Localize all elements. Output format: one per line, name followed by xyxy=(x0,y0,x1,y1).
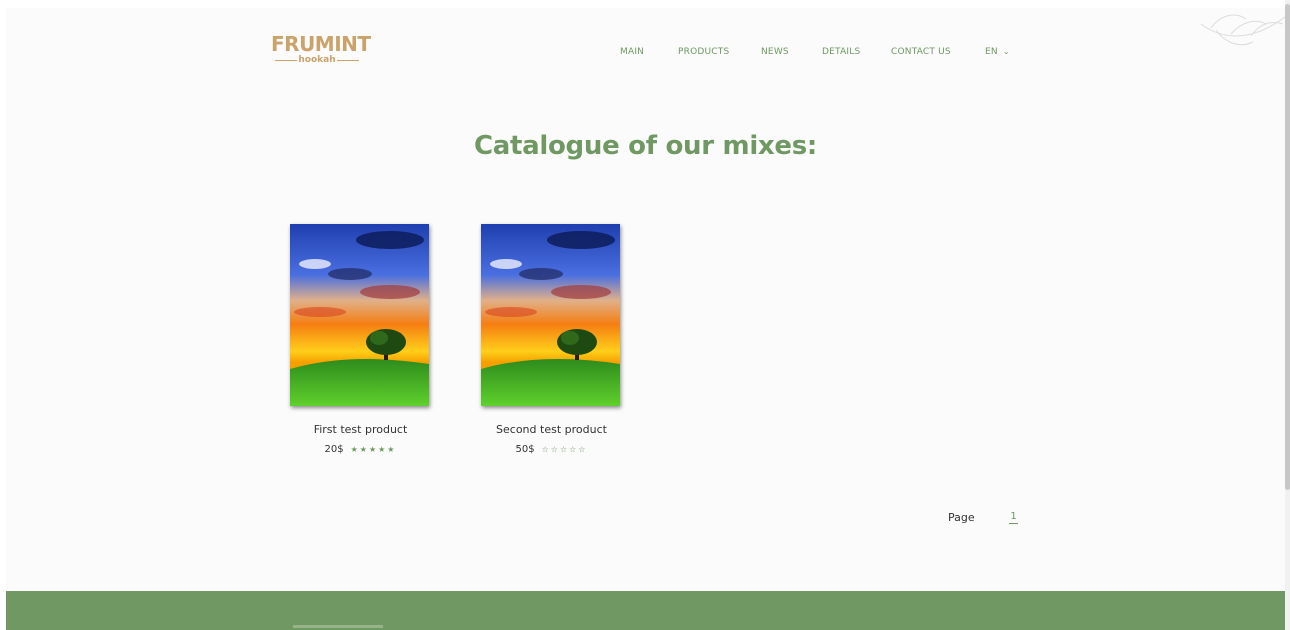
star-empty-icon: ☆ xyxy=(578,445,588,454)
leaf-decoration-icon xyxy=(1200,14,1285,46)
product-price: 50$ xyxy=(515,444,535,455)
page: FRUMINT hookah MAIN PRODUCTS NEWS DETAIL… xyxy=(6,8,1285,630)
frumint-logo[interactable]: FRUMINT hookah xyxy=(271,32,371,72)
pagination-label: Page xyxy=(948,511,975,524)
nav-contact-us[interactable]: CONTACT US xyxy=(891,47,951,57)
nav-main[interactable]: MAIN xyxy=(620,47,644,57)
rating-stars: ★★★★★ xyxy=(351,445,397,454)
footer-logo xyxy=(293,625,383,628)
nav-news[interactable]: NEWS xyxy=(761,47,789,57)
star-filled-icon: ★ xyxy=(387,445,397,454)
star-empty-icon: ☆ xyxy=(550,445,560,454)
chevron-down-icon: ⌄ xyxy=(1002,47,1010,56)
logo-wordmark: FRUMINT xyxy=(271,32,371,56)
rating-stars: ☆☆☆☆☆ xyxy=(542,445,588,454)
product-meta: 50$ ☆☆☆☆☆ xyxy=(461,444,642,455)
product-meta: 20$ ★★★★★ xyxy=(270,444,451,455)
product-name[interactable]: First test product xyxy=(270,423,451,436)
language-label: EN xyxy=(985,47,998,57)
star-filled-icon: ★ xyxy=(378,445,388,454)
star-filled-icon: ★ xyxy=(350,445,360,454)
logo-tagline: hookah xyxy=(271,55,363,65)
nav-details[interactable]: DETAILS xyxy=(822,47,860,57)
product-card[interactable]: Second test product 50$ ☆☆☆☆☆ xyxy=(481,224,622,455)
product-card[interactable]: First test product 20$ ★★★★★ xyxy=(290,224,431,455)
star-filled-icon: ★ xyxy=(368,445,379,454)
nav-products[interactable]: PRODUCTS xyxy=(678,47,729,57)
pagination-page-1[interactable]: 1 xyxy=(1009,511,1018,524)
footer xyxy=(6,591,1285,630)
product-name[interactable]: Second test product xyxy=(461,423,642,436)
product-image[interactable] xyxy=(481,224,620,406)
scrollbar-thumb[interactable] xyxy=(1285,4,1290,490)
page-title: Catalogue of our mixes: xyxy=(473,131,818,161)
star-empty-icon: ☆ xyxy=(541,445,551,454)
product-image[interactable] xyxy=(290,224,429,406)
star-filled-icon: ★ xyxy=(359,445,369,454)
star-empty-icon: ☆ xyxy=(559,445,570,454)
product-price: 20$ xyxy=(324,444,344,455)
language-selector[interactable]: EN ⌄ xyxy=(985,47,1010,57)
star-empty-icon: ☆ xyxy=(569,445,579,454)
scrollbar[interactable] xyxy=(1285,0,1290,630)
